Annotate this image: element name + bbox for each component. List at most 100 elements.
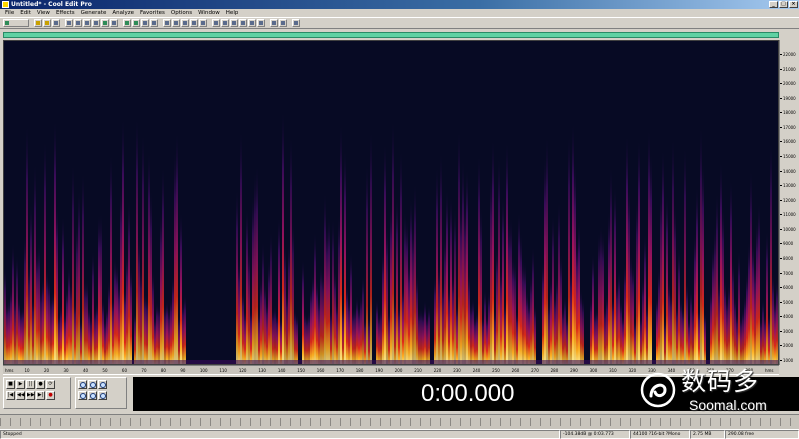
cue-list-icon[interactable]	[150, 19, 158, 27]
close-button[interactable]: ×	[789, 1, 798, 8]
stretch-icon[interactable]	[239, 19, 247, 27]
menu-file[interactable]: File	[2, 9, 17, 17]
pitch-icon[interactable]	[230, 19, 238, 27]
energy-column	[630, 253, 632, 364]
menu-view[interactable]: View	[34, 9, 53, 17]
energy-column	[570, 265, 572, 364]
frequency-label: 7000	[783, 270, 794, 276]
menu-window[interactable]: Window	[195, 9, 223, 17]
menu-favorites[interactable]: Favorites	[137, 9, 168, 17]
trim-icon[interactable]	[101, 19, 109, 27]
energy-column	[86, 280, 88, 364]
go-to-end-button[interactable]: ▶|	[36, 391, 45, 400]
energy-column	[422, 310, 424, 364]
status-format: 44100 ?16-bit ?Mono	[630, 430, 690, 439]
frequency-tick	[780, 214, 782, 216]
cut-icon[interactable]	[65, 19, 73, 27]
amplify-icon[interactable]	[163, 19, 171, 27]
help-icon[interactable]	[292, 19, 300, 27]
energy-column	[452, 274, 454, 364]
frequency-tick	[780, 316, 782, 318]
paste-icon[interactable]	[83, 19, 91, 27]
record-button[interactable]: ●	[46, 391, 55, 400]
energy-column	[596, 308, 598, 364]
energy-column	[544, 157, 546, 364]
mix-paste-icon[interactable]	[92, 19, 100, 27]
energy-column	[502, 196, 504, 364]
new-file-icon[interactable]	[34, 19, 42, 27]
energy-column	[504, 301, 506, 364]
energy-column	[278, 218, 280, 364]
menu-generate[interactable]: Generate	[78, 9, 110, 17]
waveform-overview-bar[interactable]	[3, 32, 779, 38]
normalize-icon[interactable]	[172, 19, 180, 27]
filter-icon[interactable]	[248, 19, 256, 27]
statistics-icon[interactable]	[279, 19, 287, 27]
spectral-view-icon[interactable]	[132, 19, 140, 27]
energy-column	[554, 293, 556, 364]
energy-column	[742, 308, 744, 364]
frequency-label: 9000	[783, 241, 794, 247]
brainwave-icon[interactable]	[257, 19, 265, 27]
zoom-in-horizontal-icon[interactable]	[78, 380, 87, 389]
energy-column	[746, 271, 748, 364]
eq-icon[interactable]	[212, 19, 220, 27]
stop-button[interactable]: ■	[6, 380, 15, 389]
zoom-full-icon[interactable]	[98, 380, 107, 389]
open-file-icon[interactable]	[43, 19, 51, 27]
frequency-tick	[780, 112, 782, 114]
multitrack-toggle-icon[interactable]	[3, 19, 29, 27]
rewind-button[interactable]: ◀◀	[16, 391, 25, 400]
energy-column	[56, 204, 58, 364]
title-bar[interactable]: Untitled* - Cool Edit Pro _ □ ×	[0, 0, 799, 9]
energy-column	[658, 267, 660, 364]
energy-column	[118, 281, 120, 364]
energy-column	[172, 275, 174, 364]
energy-column	[484, 289, 486, 364]
zoom-left-icon[interactable]	[88, 391, 97, 400]
menu-analyze[interactable]: Analyze	[109, 9, 137, 17]
energy-column	[354, 307, 356, 364]
fast-forward-button[interactable]: ▶▶	[26, 391, 35, 400]
loop-view-icon[interactable]	[141, 19, 149, 27]
time-label: 200	[394, 368, 403, 373]
echo-icon[interactable]	[199, 19, 207, 27]
energy-column	[604, 305, 606, 364]
energy-column	[558, 202, 560, 364]
menu-options[interactable]: Options	[168, 9, 195, 17]
energy-column	[358, 306, 360, 364]
energy-column	[398, 304, 400, 364]
silence-icon[interactable]	[110, 19, 118, 27]
maximize-button[interactable]: □	[779, 1, 788, 8]
energy-column	[622, 314, 624, 364]
zoom-right-icon[interactable]	[98, 391, 107, 400]
pause-button[interactable]: ||	[26, 380, 35, 389]
energy-column	[256, 165, 258, 364]
minimize-button[interactable]: _	[769, 1, 778, 8]
energy-column	[646, 304, 648, 364]
zoom-selection-icon[interactable]	[78, 391, 87, 400]
reverb-icon[interactable]	[190, 19, 198, 27]
zoom-out-horizontal-icon[interactable]	[88, 380, 97, 389]
time-label: 310	[609, 368, 617, 373]
energy-column	[530, 274, 532, 364]
energy-column	[408, 260, 410, 364]
spectral-view[interactable]	[3, 40, 779, 365]
energy-column	[732, 260, 734, 364]
copy-icon[interactable]	[74, 19, 82, 27]
waveform-view-icon[interactable]	[123, 19, 131, 27]
loop-button[interactable]: ⟳	[46, 380, 55, 389]
envelope-icon[interactable]	[181, 19, 189, 27]
energy-column	[314, 232, 316, 364]
menu-edit[interactable]: Edit	[17, 9, 34, 17]
save-file-icon[interactable]	[52, 19, 60, 27]
menu-effects[interactable]: Effects	[53, 9, 78, 17]
go-to-start-button[interactable]: |◀	[6, 391, 15, 400]
analyze-icon[interactable]	[270, 19, 278, 27]
menu-help[interactable]: Help	[223, 9, 242, 17]
noise-reduction-icon[interactable]	[221, 19, 229, 27]
frequency-tick	[780, 141, 782, 143]
energy-column	[468, 271, 470, 364]
play-to-end-button[interactable]: ●	[36, 380, 45, 389]
play-button[interactable]: ▶	[16, 380, 25, 389]
